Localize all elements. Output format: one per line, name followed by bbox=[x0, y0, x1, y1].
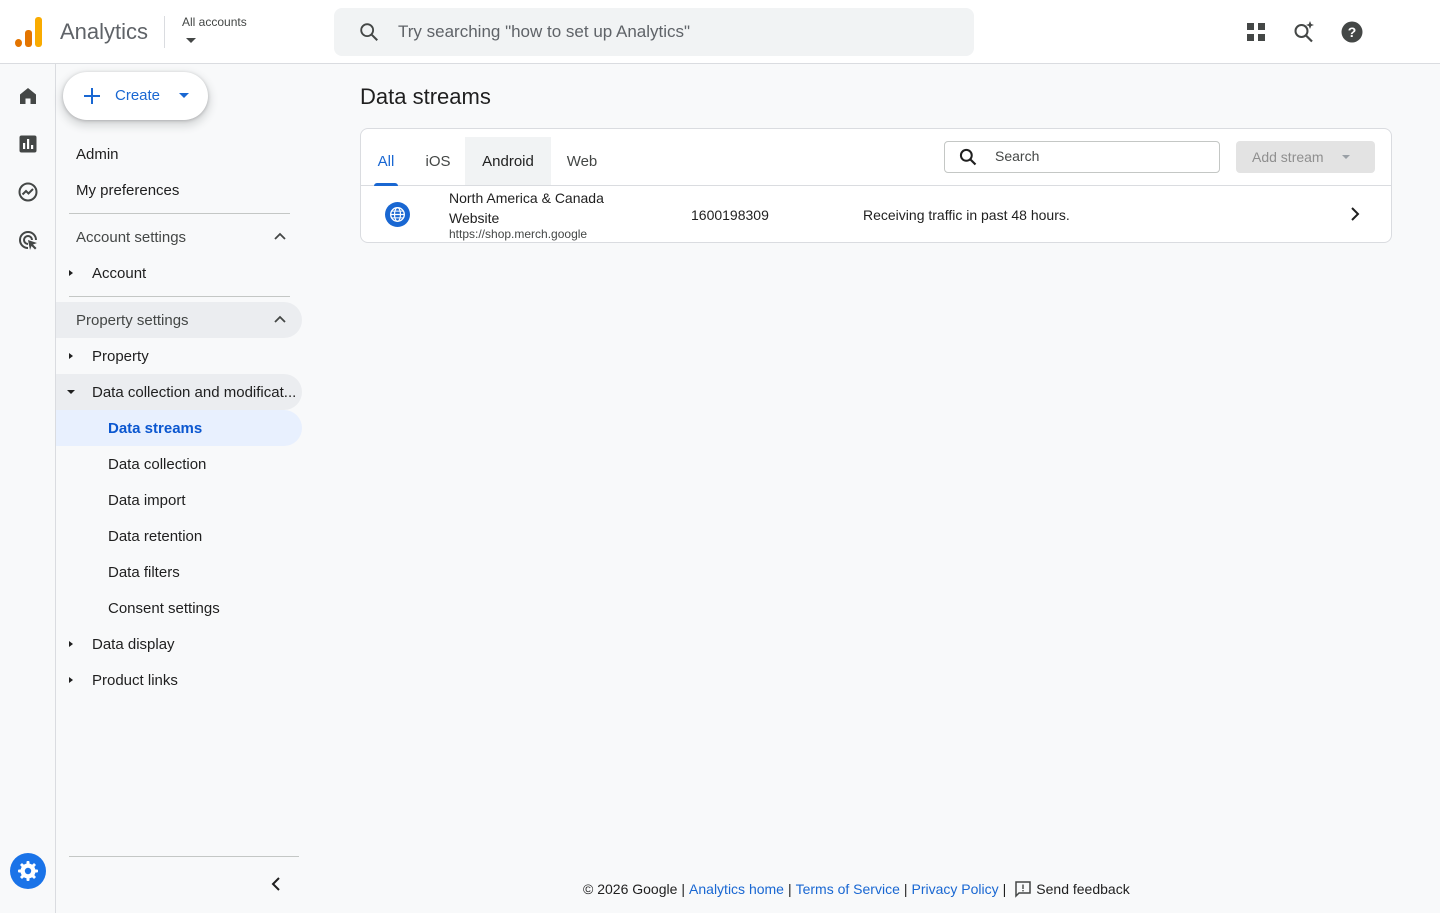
global-search-placeholder: Try searching "how to set up Analytics" bbox=[398, 22, 691, 41]
stream-search-field[interactable] bbox=[944, 141, 1220, 173]
data-streams-card: All iOS Android Web Add stream North Ame… bbox=[360, 128, 1392, 243]
svg-text:?: ? bbox=[1348, 24, 1357, 40]
nav-data-display[interactable]: Data display bbox=[56, 626, 302, 662]
stream-url: https://shop.merch.google bbox=[449, 227, 588, 241]
footer-separator: | bbox=[681, 881, 686, 897]
nav-divider bbox=[69, 296, 290, 297]
footer-privacy-link[interactable]: Privacy Policy bbox=[912, 881, 999, 897]
nav-data-collection[interactable]: Data collection bbox=[56, 446, 302, 482]
footer-separator: | bbox=[787, 881, 792, 897]
nav-account-settings-label: Account settings bbox=[76, 228, 187, 246]
send-feedback-label: Send feedback bbox=[1036, 881, 1130, 897]
nav-account-label: Account bbox=[92, 264, 147, 282]
nav-data-retention[interactable]: Data retention bbox=[56, 518, 302, 554]
collapse-arrow-icon bbox=[67, 390, 75, 394]
chevron-up-icon bbox=[274, 232, 286, 240]
reports-icon[interactable] bbox=[16, 132, 40, 156]
tab-all[interactable]: All bbox=[373, 137, 399, 186]
search-insights-icon[interactable] bbox=[1292, 20, 1316, 44]
nav-data-display-label: Data display bbox=[92, 635, 175, 653]
nav-consent-settings[interactable]: Consent settings bbox=[56, 590, 302, 626]
caret-down-icon bbox=[1342, 155, 1350, 159]
admin-side-nav: Create Admin My preferences Account sett… bbox=[56, 64, 312, 913]
web-globe-icon bbox=[385, 202, 410, 227]
nav-product-links-label: Product links bbox=[92, 671, 178, 689]
plus-icon bbox=[84, 88, 100, 104]
platform-tabs: All iOS Android Web Add stream bbox=[361, 129, 1391, 186]
nav-account[interactable]: Account bbox=[56, 255, 302, 291]
footer-separator: | bbox=[1002, 881, 1007, 897]
footer-analytics-home-link[interactable]: Analytics home bbox=[689, 881, 784, 897]
stream-status: Receiving traffic in past 48 hours. bbox=[863, 207, 1070, 223]
nav-property-settings-label: Property settings bbox=[76, 311, 189, 329]
footer-copyright: © 2026 Google bbox=[583, 881, 678, 897]
tab-web[interactable]: Web bbox=[559, 137, 605, 185]
nav-property-settings-header[interactable]: Property settings bbox=[56, 302, 302, 338]
account-picker[interactable]: All accounts bbox=[182, 15, 247, 43]
feedback-icon bbox=[1015, 881, 1032, 898]
search-icon bbox=[360, 23, 378, 41]
collapse-nav-chevron-left-icon[interactable] bbox=[264, 872, 288, 896]
send-feedback-button[interactable]: Send feedback bbox=[1014, 880, 1130, 898]
expand-arrow-icon bbox=[69, 353, 73, 359]
chevron-right-icon[interactable] bbox=[1343, 202, 1367, 226]
create-button[interactable]: Create bbox=[63, 72, 208, 120]
create-button-label: Create bbox=[115, 87, 161, 104]
add-stream-button[interactable]: Add stream bbox=[1236, 141, 1375, 173]
caret-down-icon bbox=[186, 38, 196, 43]
advertising-icon[interactable] bbox=[16, 228, 40, 252]
home-icon[interactable] bbox=[16, 84, 40, 108]
nav-property[interactable]: Property bbox=[56, 338, 302, 374]
apps-grid-icon[interactable] bbox=[1244, 20, 1268, 44]
footer-separator: | bbox=[903, 881, 908, 897]
nav-data-streams[interactable]: Data streams bbox=[56, 410, 302, 446]
caret-down-icon bbox=[179, 93, 189, 98]
footer: © 2026 Google | Analytics home | Terms o… bbox=[583, 880, 1130, 898]
tab-ios[interactable]: iOS bbox=[417, 137, 459, 185]
nav-account-settings-header[interactable]: Account settings bbox=[56, 219, 302, 255]
footer-terms-link[interactable]: Terms of Service bbox=[796, 881, 900, 897]
page-title: Data streams bbox=[360, 84, 491, 109]
help-icon[interactable]: ? bbox=[1340, 20, 1364, 44]
stream-search-input[interactable] bbox=[995, 148, 1205, 164]
tab-android[interactable]: Android bbox=[465, 137, 551, 185]
nav-data-import[interactable]: Data import bbox=[56, 482, 302, 518]
expand-arrow-icon bbox=[69, 270, 73, 276]
stream-name: North America & Canada Website bbox=[449, 190, 604, 226]
nav-data-collection-group[interactable]: Data collection and modificat... bbox=[56, 374, 302, 410]
app-title[interactable]: Analytics bbox=[60, 19, 148, 45]
nav-admin[interactable]: Admin bbox=[56, 136, 302, 172]
search-icon bbox=[959, 148, 977, 166]
nav-property-label: Property bbox=[92, 347, 149, 365]
nav-data-filters[interactable]: Data filters bbox=[56, 554, 302, 590]
admin-gear-icon[interactable] bbox=[10, 853, 46, 889]
nav-my-preferences[interactable]: My preferences bbox=[56, 172, 302, 208]
stream-row[interactable]: North America & Canada Website https://s… bbox=[361, 186, 1391, 242]
expand-arrow-icon bbox=[69, 677, 73, 683]
global-search-bar[interactable]: Try searching "how to set up Analytics" bbox=[334, 8, 974, 56]
nav-divider bbox=[69, 213, 290, 214]
explore-icon[interactable] bbox=[16, 180, 40, 204]
top-app-bar: Analytics All accounts Try searching "ho… bbox=[0, 0, 1440, 64]
nav-data-collection-group-label: Data collection and modificat... bbox=[92, 383, 297, 401]
chevron-up-icon bbox=[274, 315, 286, 323]
account-picker-label: All accounts bbox=[182, 15, 247, 29]
left-nav-rail bbox=[0, 64, 56, 913]
title-divider bbox=[164, 16, 165, 48]
nav-product-links[interactable]: Product links bbox=[56, 662, 302, 698]
add-stream-label: Add stream bbox=[1252, 149, 1324, 165]
expand-arrow-icon bbox=[69, 641, 73, 647]
nav-divider bbox=[69, 856, 299, 857]
stream-id: 1600198309 bbox=[691, 207, 769, 223]
analytics-logo-icon[interactable] bbox=[15, 17, 43, 47]
